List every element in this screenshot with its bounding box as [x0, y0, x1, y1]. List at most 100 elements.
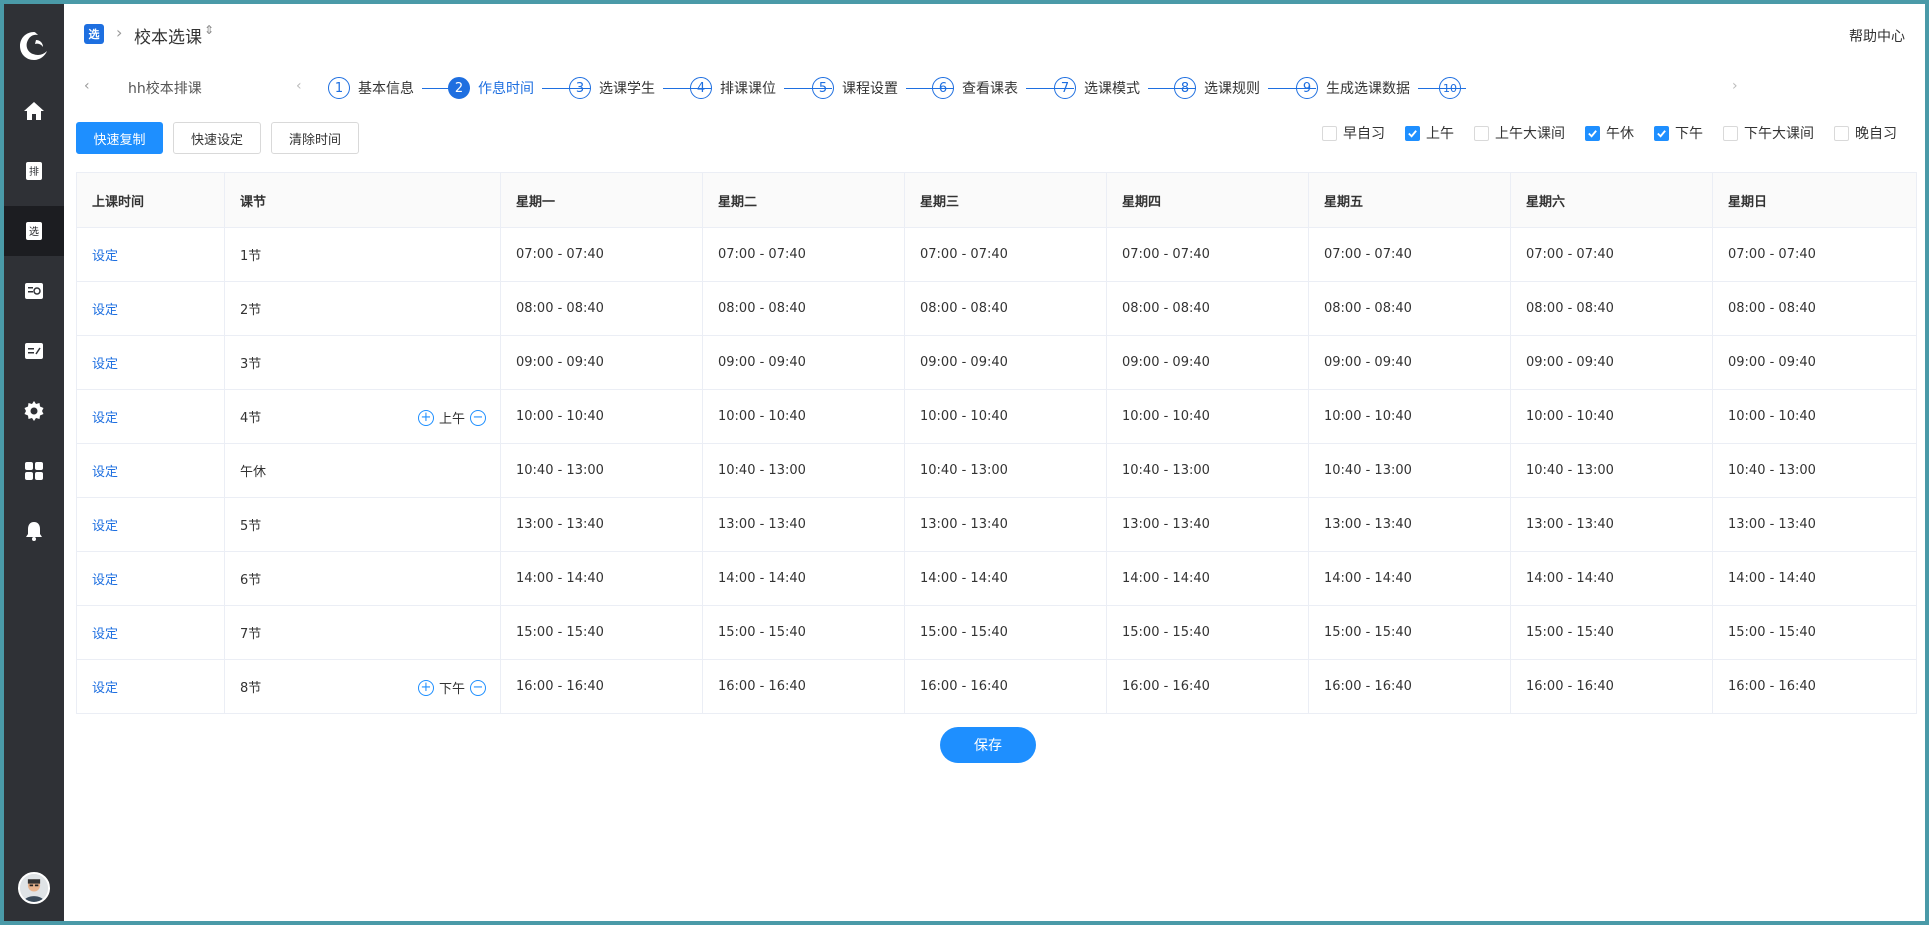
time-cell[interactable]: 15:00 - 15:40 [1712, 605, 1917, 660]
set-link[interactable]: 设定 [76, 335, 225, 390]
step-4[interactable]: 4 排课课位 [690, 76, 832, 100]
home-icon[interactable] [4, 86, 64, 136]
time-cell[interactable]: 10:00 - 10:40 [904, 389, 1107, 444]
time-cell[interactable]: 16:00 - 16:40 [1308, 659, 1511, 714]
time-cell[interactable]: 16:00 - 16:40 [1712, 659, 1917, 714]
time-cell[interactable]: 14:00 - 14:40 [702, 551, 905, 606]
help-center-link[interactable]: 帮助中心 [1849, 26, 1905, 46]
time-cell[interactable]: 16:00 - 16:40 [702, 659, 905, 714]
app-logo-icon[interactable] [16, 28, 52, 64]
step-8[interactable]: 8 选课规则 [1174, 76, 1316, 100]
time-cell[interactable]: 10:00 - 10:40 [702, 389, 905, 444]
back-chevron-icon[interactable]: ‹ [84, 78, 90, 94]
time-cell[interactable]: 08:00 - 08:40 [904, 281, 1107, 336]
time-cell[interactable]: 14:00 - 14:40 [1712, 551, 1917, 606]
step-6[interactable]: 6 查看课表 [932, 76, 1074, 100]
set-link[interactable]: 设定 [76, 551, 225, 606]
time-cell[interactable]: 09:00 - 09:40 [702, 335, 905, 390]
time-cell[interactable]: 09:00 - 09:40 [1712, 335, 1917, 390]
time-cell[interactable]: 15:00 - 15:40 [500, 605, 703, 660]
time-cell[interactable]: 10:00 - 10:40 [1510, 389, 1713, 444]
avatar[interactable] [18, 872, 50, 904]
set-link[interactable]: 设定 [76, 389, 225, 444]
apps-grid-icon[interactable] [4, 446, 64, 496]
time-cell[interactable]: 10:00 - 10:40 [1712, 389, 1917, 444]
time-cell[interactable]: 08:00 - 08:40 [500, 281, 703, 336]
edit-card-icon[interactable] [4, 326, 64, 376]
set-link[interactable]: 设定 [76, 281, 225, 336]
filter-morning-break[interactable]: 上午大课间 [1474, 123, 1565, 143]
clear-time-button[interactable]: 清除时间 [271, 122, 359, 154]
checkbox[interactable] [1723, 125, 1738, 141]
time-cell[interactable]: 13:00 - 13:40 [1712, 497, 1917, 552]
time-cell[interactable]: 09:00 - 09:40 [904, 335, 1107, 390]
checkbox[interactable] [1834, 125, 1849, 141]
time-cell[interactable]: 10:40 - 13:00 [1510, 443, 1713, 498]
time-cell[interactable]: 15:00 - 15:40 [904, 605, 1107, 660]
filter-afternoon-break[interactable]: 下午大课间 [1723, 123, 1814, 143]
add-period-icon[interactable]: + [417, 409, 434, 426]
time-cell[interactable]: 10:00 - 10:40 [500, 389, 703, 444]
schedule-icon[interactable]: 排 [4, 146, 64, 196]
time-cell[interactable]: 15:00 - 15:40 [702, 605, 905, 660]
checkbox-checked[interactable] [1405, 125, 1420, 141]
time-cell[interactable]: 07:00 - 07:40 [1712, 227, 1917, 282]
time-cell[interactable]: 09:00 - 09:40 [1106, 335, 1309, 390]
time-cell[interactable]: 15:00 - 15:40 [1308, 605, 1511, 660]
checkbox[interactable] [1322, 125, 1337, 141]
steps-next-icon[interactable]: › [1732, 78, 1738, 94]
filter-afternoon[interactable]: 下午 [1654, 123, 1703, 143]
time-cell[interactable]: 16:00 - 16:40 [1106, 659, 1309, 714]
time-cell[interactable]: 08:00 - 08:40 [1510, 281, 1713, 336]
checkbox-checked[interactable] [1585, 125, 1600, 141]
time-cell[interactable]: 10:40 - 13:00 [1308, 443, 1511, 498]
time-cell[interactable]: 10:40 - 13:00 [1106, 443, 1309, 498]
time-cell[interactable]: 10:00 - 10:40 [1308, 389, 1511, 444]
page-title[interactable]: 校本选课 [134, 23, 202, 48]
time-cell[interactable]: 10:40 - 13:00 [702, 443, 905, 498]
time-cell[interactable]: 14:00 - 14:40 [904, 551, 1107, 606]
time-cell[interactable]: 13:00 - 13:40 [904, 497, 1107, 552]
time-cell[interactable]: 08:00 - 08:40 [1308, 281, 1511, 336]
checkbox[interactable] [1474, 125, 1489, 141]
set-link[interactable]: 设定 [76, 605, 225, 660]
time-cell[interactable]: 14:00 - 14:40 [1510, 551, 1713, 606]
time-cell[interactable]: 15:00 - 15:40 [1106, 605, 1309, 660]
checkbox-checked[interactable] [1654, 125, 1669, 141]
time-cell[interactable]: 16:00 - 16:40 [500, 659, 703, 714]
time-cell[interactable]: 13:00 - 13:40 [500, 497, 703, 552]
time-cell[interactable]: 13:00 - 13:40 [1308, 497, 1511, 552]
course-select-icon[interactable]: 选 [4, 206, 64, 256]
time-cell[interactable]: 10:40 - 13:00 [1712, 443, 1917, 498]
time-cell[interactable]: 10:40 - 13:00 [904, 443, 1107, 498]
search-card-icon[interactable] [4, 266, 64, 316]
step-10[interactable]: 10 [1439, 76, 1461, 100]
set-link[interactable]: 设定 [76, 443, 225, 498]
quick-copy-button[interactable]: 快速复制 [76, 122, 163, 154]
sort-toggle-icon[interactable]: ⇕ [204, 23, 214, 37]
time-cell[interactable]: 09:00 - 09:40 [500, 335, 703, 390]
set-link[interactable]: 设定 [76, 227, 225, 282]
time-cell[interactable]: 07:00 - 07:40 [702, 227, 905, 282]
time-cell[interactable]: 08:00 - 08:40 [1712, 281, 1917, 336]
time-cell[interactable]: 16:00 - 16:40 [1510, 659, 1713, 714]
remove-period-icon[interactable]: − [470, 679, 486, 696]
time-cell[interactable]: 14:00 - 14:40 [1308, 551, 1511, 606]
time-cell[interactable]: 13:00 - 13:40 [1510, 497, 1713, 552]
filter-evening-study[interactable]: 晚自习 [1834, 123, 1897, 143]
add-period-icon[interactable]: + [417, 679, 434, 696]
filter-morning[interactable]: 上午 [1405, 123, 1454, 143]
bell-icon[interactable] [4, 506, 64, 556]
time-cell[interactable]: 09:00 - 09:40 [1308, 335, 1511, 390]
time-cell[interactable]: 08:00 - 08:40 [1106, 281, 1309, 336]
time-cell[interactable]: 10:40 - 13:00 [500, 443, 703, 498]
filter-noon-rest[interactable]: 午休 [1585, 123, 1634, 143]
quick-set-button[interactable]: 快速设定 [173, 122, 261, 154]
time-cell[interactable]: 15:00 - 15:40 [1510, 605, 1713, 660]
time-cell[interactable]: 07:00 - 07:40 [500, 227, 703, 282]
time-cell[interactable]: 07:00 - 07:40 [1106, 227, 1309, 282]
time-cell[interactable]: 16:00 - 16:40 [904, 659, 1107, 714]
remove-period-icon[interactable]: − [470, 409, 486, 426]
time-cell[interactable]: 09:00 - 09:40 [1510, 335, 1713, 390]
time-cell[interactable]: 10:00 - 10:40 [1106, 389, 1309, 444]
